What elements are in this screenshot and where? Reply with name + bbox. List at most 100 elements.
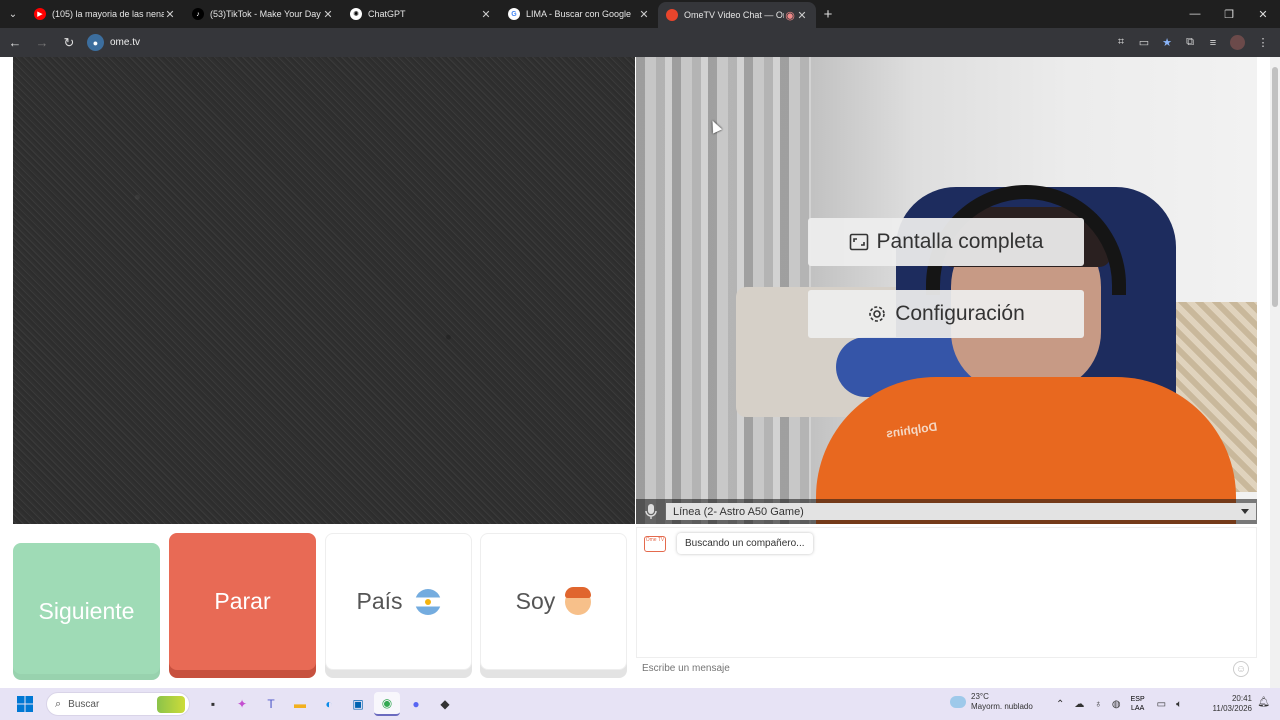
chevron-up-icon[interactable]: ⌃: [1056, 699, 1064, 710]
menu-icon[interactable]: ⋮: [1252, 32, 1274, 54]
tab-tiktok[interactable]: ♪ (53)TikTok - Make Your Day ✕: [184, 0, 342, 28]
network-icon[interactable]: ▭: [1157, 699, 1166, 710]
taskbar-search[interactable]: ⌕ Buscar: [46, 692, 190, 716]
taskbar-search-label: Buscar: [68, 698, 100, 710]
tab-search-icon[interactable]: ⌄: [0, 0, 26, 28]
microphone-selected-value: Línea (2- Astro A50 Game): [673, 505, 804, 518]
youtube-icon: ▶: [34, 8, 46, 20]
copilot-icon[interactable]: ✦: [229, 692, 255, 716]
tab-google[interactable]: G LIMA - Buscar con Google ✕: [500, 0, 658, 28]
windows-start-icon[interactable]: [10, 696, 40, 712]
mic-tray-icon[interactable]: ♁: [1094, 699, 1102, 710]
profile-avatar[interactable]: [1230, 35, 1245, 50]
gear-icon: [867, 304, 887, 324]
boy-face-icon: [565, 586, 592, 615]
close-icon[interactable]: ✕: [796, 9, 808, 22]
chrome-icon[interactable]: ◉: [374, 692, 400, 716]
ometv-logo-icon: Ome TV: [644, 536, 666, 552]
chat-input-row: ☺: [636, 657, 1257, 679]
close-window-icon[interactable]: ✕: [1246, 0, 1280, 28]
gender-button[interactable]: Soy: [480, 533, 627, 670]
scrollbar-thumb[interactable]: [1272, 67, 1278, 307]
close-icon[interactable]: ✕: [164, 8, 176, 21]
tab-title: (53)TikTok - Make Your Day: [210, 9, 321, 19]
volume-icon[interactable]: 🔈︎: [1176, 699, 1182, 710]
discord-icon[interactable]: ●: [403, 692, 429, 716]
app-icon[interactable]: ◆: [432, 692, 458, 716]
teams-icon[interactable]: T: [258, 692, 284, 716]
emoji-icon[interactable]: ☺: [1233, 661, 1249, 677]
site-info-icon[interactable]: ●: [87, 34, 104, 51]
search-highlight-icon: [157, 696, 185, 713]
task-view-icon[interactable]: ▪: [200, 692, 226, 716]
notification-bell-icon[interactable]: 🔔︎: [1257, 697, 1270, 708]
taskbar: ⌕ Buscar ▪ ✦ T ▬ ◐ ▣ ◉ ● ◆ 23°C Mayorm. …: [0, 688, 1280, 720]
edge-icon[interactable]: ◐: [316, 692, 342, 716]
country-label: País: [356, 588, 403, 614]
ometv-icon: [666, 9, 678, 21]
bookmark-star-icon[interactable]: ★: [1156, 32, 1178, 54]
recording-icon: ◉: [785, 9, 795, 22]
microphone-bar: Línea (2- Astro A50 Game): [636, 499, 1257, 524]
minimize-icon[interactable]: —: [1178, 0, 1212, 28]
keyboard-layout: LAA: [1131, 705, 1145, 712]
next-button[interactable]: Siguiente: [13, 543, 160, 680]
browser-tabstrip: ⌄ ▶ (105) la mayoria de las nena lin ✕ ♪…: [0, 0, 1280, 28]
tab-ometv[interactable]: OmeTV Video Chat — Ome ◉ ✕: [658, 2, 816, 28]
page-scrollbar[interactable]: [1270, 57, 1280, 688]
clock-time: 20:41: [1231, 694, 1252, 703]
stop-button[interactable]: Parar: [169, 533, 316, 670]
fullscreen-icon: [849, 233, 869, 251]
new-tab-button[interactable]: +: [816, 6, 840, 23]
language-indicator[interactable]: ESP LAA: [1131, 695, 1145, 713]
chevron-down-icon: [1241, 509, 1249, 514]
tab-title: LIMA - Buscar con Google: [526, 9, 632, 19]
tab-title: ChatGPT: [368, 9, 406, 19]
language-code: ESP: [1130, 696, 1145, 703]
vpn-icon[interactable]: ◍: [1112, 699, 1121, 710]
microphone-select[interactable]: Línea (2- Astro A50 Game): [666, 503, 1256, 520]
cast-icon[interactable]: ▭: [1133, 32, 1155, 54]
system-tray: ⌃ ☁ ♁ ◍ ESP LAA ▭ 🔈︎: [1056, 688, 1192, 720]
chat-logo-text: Ome TV: [645, 537, 665, 543]
search-icon: ⌕: [55, 697, 62, 710]
taskbar-apps: ▪ ✦ T ▬ ◐ ▣ ◉ ● ◆: [200, 692, 461, 716]
translate-icon[interactable]: ⌗: [1110, 32, 1132, 54]
file-explorer-icon[interactable]: ▬: [287, 692, 313, 716]
tab-title: (105) la mayoria de las nena lin: [52, 9, 164, 19]
restore-icon[interactable]: ❐: [1212, 0, 1246, 28]
ometv-page: Dolphins Pantalla completa Configuración…: [0, 57, 1270, 688]
extensions-icon[interactable]: ⧉: [1179, 32, 1201, 54]
weather-widget[interactable]: 23°C Mayorm. nublado: [950, 692, 1033, 712]
weather-description: Mayorm. nublado: [971, 702, 1033, 711]
google-icon: G: [508, 8, 520, 20]
chat-status-message: Buscando un compañero...: [677, 533, 813, 554]
tab-youtube[interactable]: ▶ (105) la mayoria de las nena lin ✕: [26, 0, 184, 28]
tab-title: OmeTV Video Chat — Ome: [684, 10, 784, 20]
next-label: Siguiente: [38, 598, 135, 624]
media-control-icon[interactable]: ≡: [1202, 32, 1224, 54]
url-text[interactable]: ome.tv: [110, 37, 140, 48]
taskbar-clock[interactable]: 20:41 11/03/2026: [1213, 694, 1252, 714]
settings-button[interactable]: Configuración: [808, 290, 1084, 338]
address-bar[interactable]: ● ome.tv: [87, 32, 140, 54]
back-icon[interactable]: ←: [3, 35, 27, 50]
fullscreen-button[interactable]: Pantalla completa: [808, 218, 1084, 266]
tab-chatgpt[interactable]: ✺ ChatGPT ✕: [342, 0, 500, 28]
onedrive-icon[interactable]: ☁: [1074, 699, 1084, 710]
country-button[interactable]: País: [325, 533, 472, 670]
microphone-icon: [640, 503, 662, 520]
close-icon[interactable]: ✕: [480, 8, 492, 21]
fullscreen-label: Pantalla completa: [876, 230, 1044, 253]
browser-toolbar: ← → ↻ ● ome.tv ⌗ ▭ ★ ⧉ ≡ ⋮: [0, 28, 1280, 57]
close-icon[interactable]: ✕: [638, 8, 650, 21]
chatgpt-icon: ✺: [350, 8, 362, 20]
argentina-flag-icon: [414, 588, 441, 615]
close-icon[interactable]: ✕: [322, 8, 334, 21]
forward-icon[interactable]: →: [30, 35, 54, 50]
chat-message-input[interactable]: [642, 663, 1202, 674]
clock-date: 11/03/2026: [1212, 704, 1252, 713]
gender-label: Soy: [515, 588, 556, 614]
store-icon[interactable]: ▣: [345, 692, 371, 716]
reload-icon[interactable]: ↻: [57, 35, 81, 51]
